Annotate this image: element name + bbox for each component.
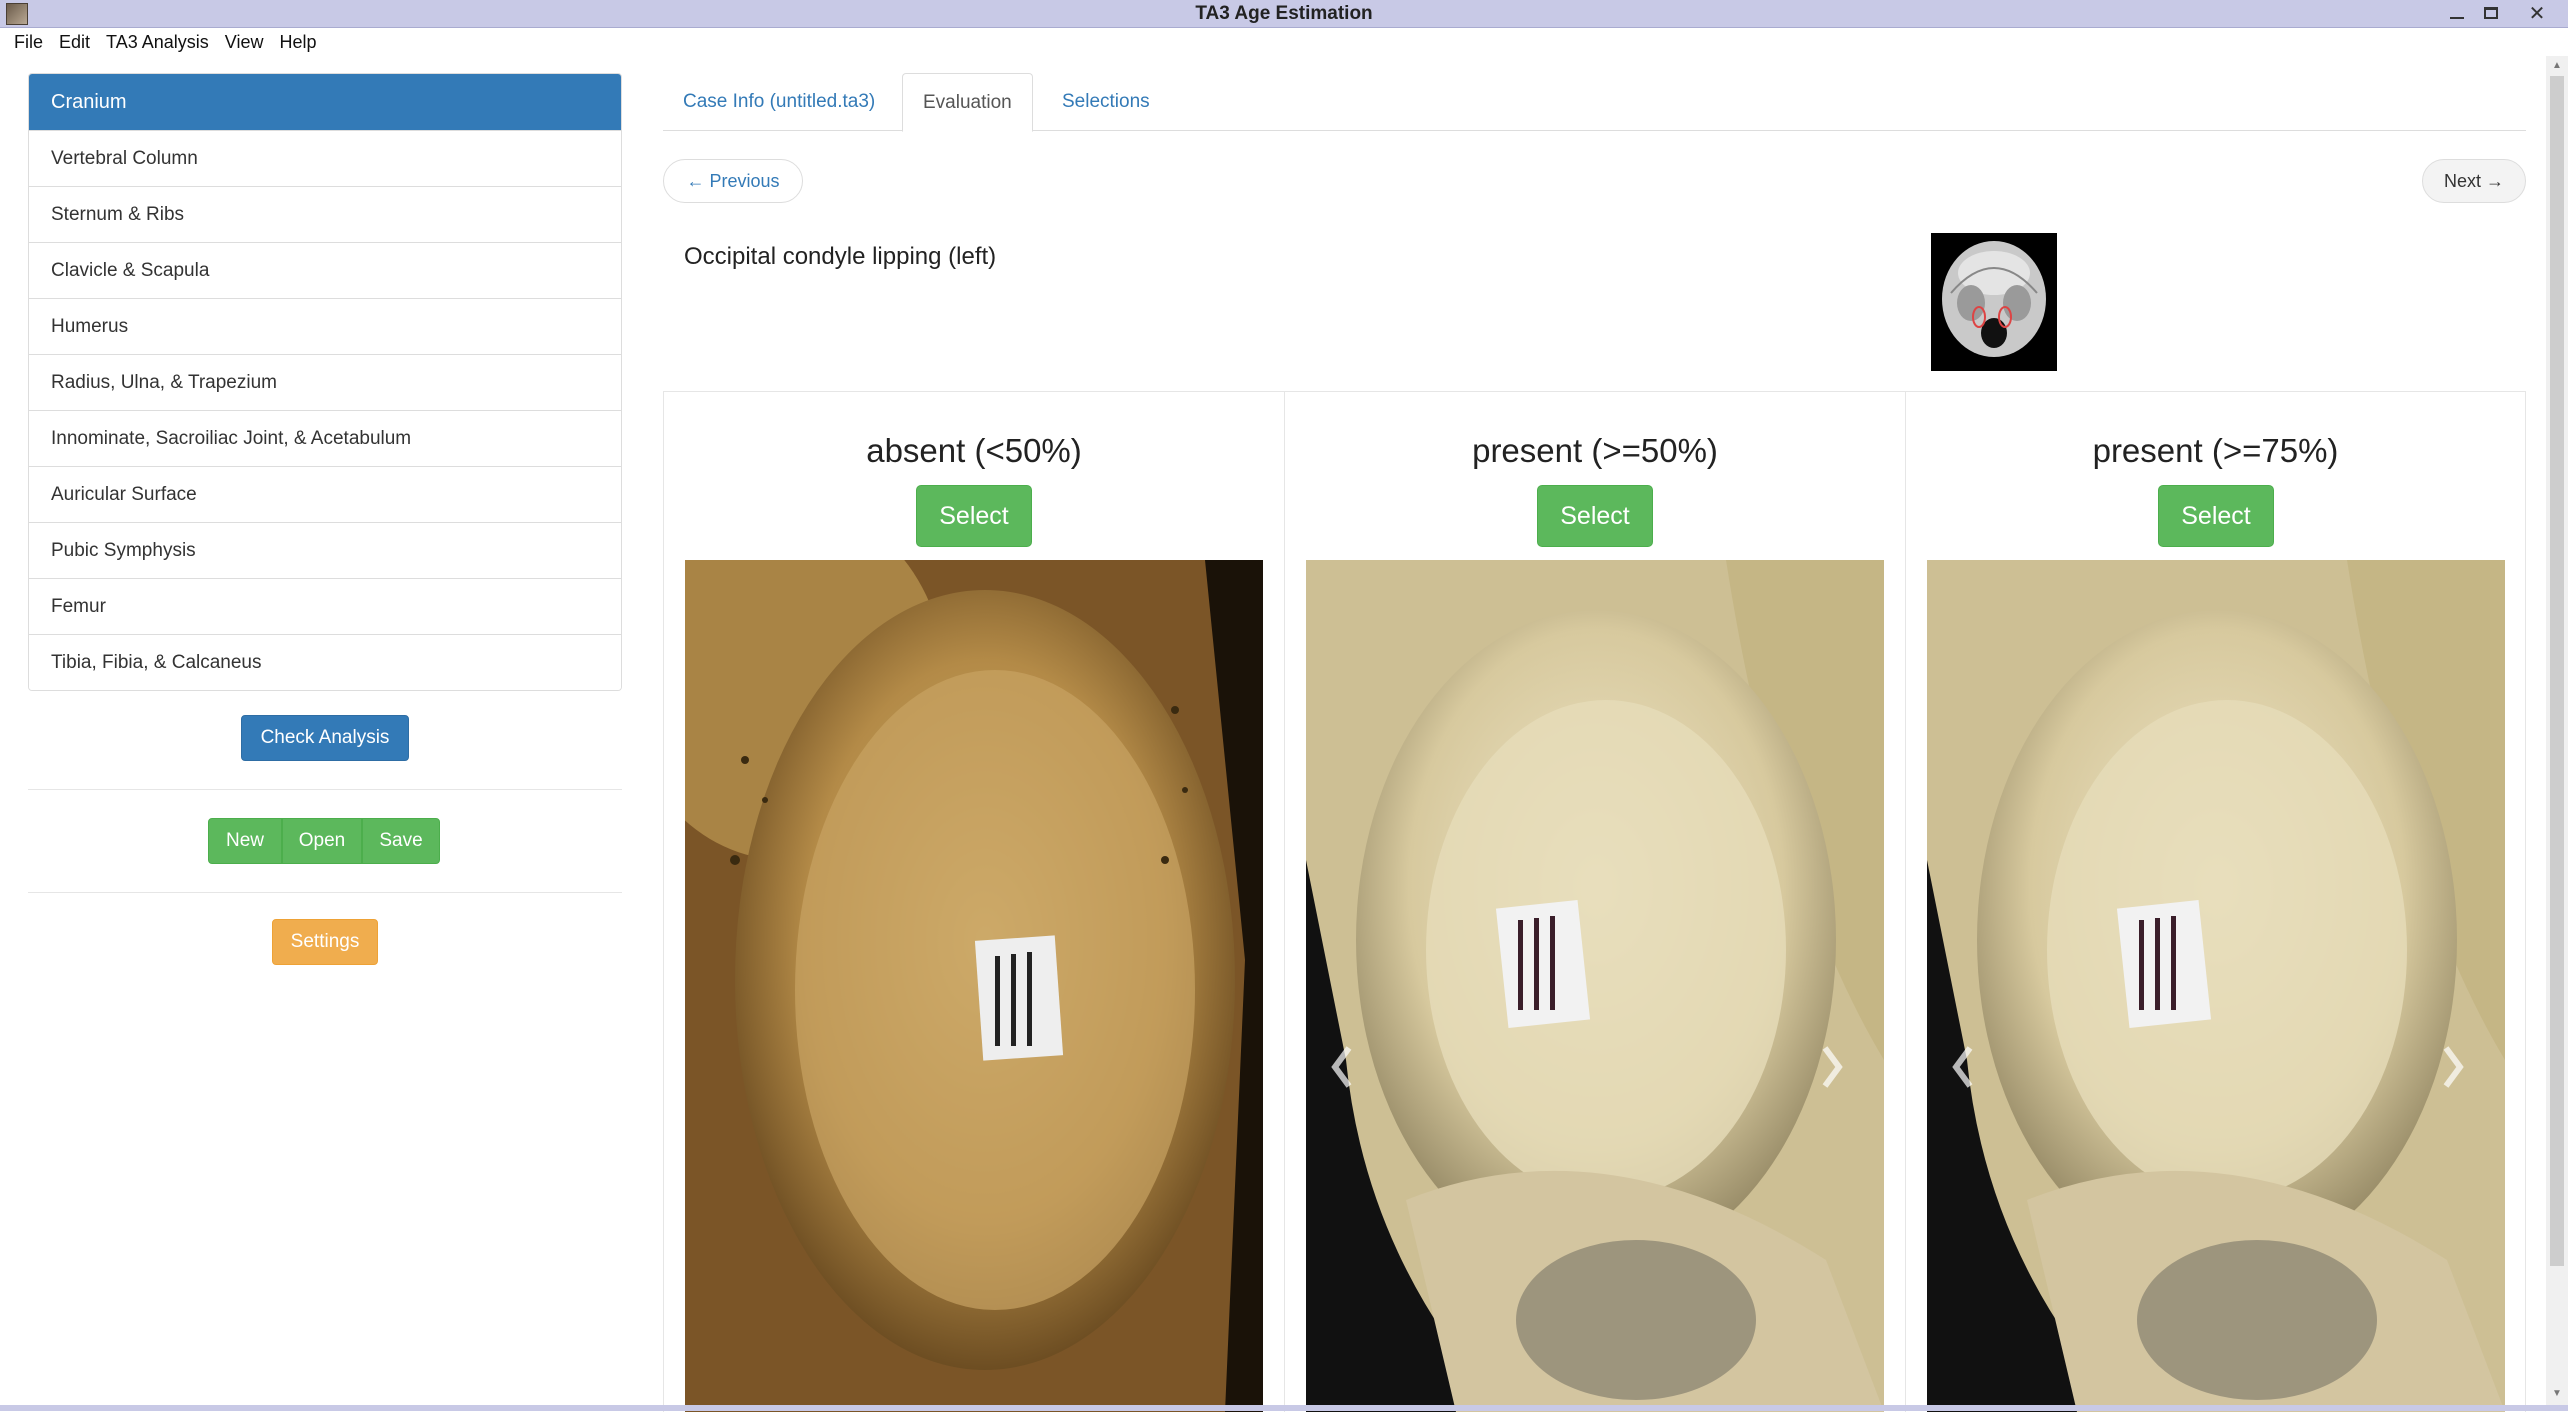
carousel-next-icon[interactable] [1817,1042,1847,1092]
open-button[interactable]: Open [282,818,362,864]
bone-photo [1927,560,2505,1412]
select-button[interactable]: Select [916,485,1032,547]
sidebar-item-radius-ulna-trapezium[interactable]: Radius, Ulna, & Trapezium [29,354,621,410]
tab-case-info[interactable]: Case Info (untitled.ta3) [663,73,895,131]
sidebar: Cranium Vertebral Column Sternum & Ribs … [28,73,622,965]
bone-photo [685,560,1263,1412]
select-button[interactable]: Select [1537,485,1653,547]
sidebar-item-pubic-symphysis[interactable]: Pubic Symphysis [29,522,621,578]
sidebar-item-vertebral-column[interactable]: Vertebral Column [29,130,621,186]
main-content: Case Info (untitled.ta3) Evaluation Sele… [663,73,2526,1412]
maximize-button[interactable] [2474,0,2508,26]
close-button[interactable]: ✕ [2512,0,2562,26]
menu-ta3-analysis[interactable]: TA3 Analysis [106,32,209,53]
tab-evaluation[interactable]: Evaluation [902,73,1033,132]
check-analysis-button[interactable]: Check Analysis [241,715,409,761]
scroll-up-icon[interactable]: ▲ [2551,60,2563,72]
previous-button[interactable]: ← Previous [663,159,803,203]
settings-button[interactable]: Settings [272,919,378,965]
menu-view[interactable]: View [225,32,264,53]
option-heading: absent (<50%) [866,432,1082,469]
option-panels: absent (<50%) Select present (>=50%) Sel… [663,391,2526,1412]
sidebar-item-innominate[interactable]: Innominate, Sacroiliac Joint, & Acetabul… [29,410,621,466]
sidebar-item-auricular-surface[interactable]: Auricular Surface [29,466,621,522]
option-heading: present (>=50%) [1472,432,1718,469]
tab-selections[interactable]: Selections [1042,73,1170,131]
feature-title: Occipital condyle lipping (left) [684,243,997,270]
menu-help[interactable]: Help [279,32,316,53]
sidebar-item-humerus[interactable]: Humerus [29,298,621,354]
sidebar-item-femur[interactable]: Femur [29,578,621,634]
save-button[interactable]: Save [362,818,440,864]
sidebar-item-sternum-ribs[interactable]: Sternum & Ribs [29,186,621,242]
scroll-down-icon[interactable]: ▼ [2551,1388,2563,1400]
option-panel: present (>=75%) Select [1905,392,2526,1412]
sidebar-item-cranium[interactable]: Cranium [29,74,621,130]
title-bar: TA3 Age Estimation ✕ [0,0,2568,28]
next-button[interactable]: Next → [2422,159,2526,203]
carousel-next-icon[interactable] [2438,1042,2468,1092]
select-button[interactable]: Select [2158,485,2274,547]
option-panel: absent (<50%) Select [663,392,1284,1412]
divider [28,892,622,893]
bone-photo [1306,560,1884,1412]
tab-bar: Case Info (untitled.ta3) Evaluation Sele… [663,73,2526,132]
window-bottom-border [0,1405,2568,1411]
file-button-group: New Open Save [208,818,440,864]
new-button[interactable]: New [208,818,282,864]
close-icon: ✕ [2528,2,2546,25]
option-heading: present (>=75%) [2092,432,2339,469]
menu-file[interactable]: File [14,32,43,53]
carousel-prev-icon[interactable] [1948,1042,1978,1092]
minimize-icon [2450,17,2464,19]
option-panel: present (>=50%) Select [1284,392,1905,1412]
sidebar-item-tibia-fibia-calcaneus[interactable]: Tibia, Fibia, & Calcaneus [29,634,621,690]
sidebar-item-clavicle-scapula[interactable]: Clavicle & Scapula [29,242,621,298]
window-title: TA3 Age Estimation [1195,3,1373,24]
skull-base-diagram-icon [1931,233,2057,371]
maximize-icon [2484,7,2498,19]
bone-region-list: Cranium Vertebral Column Sternum & Ribs … [28,73,622,691]
divider [28,789,622,790]
scrollbar-thumb[interactable] [2550,76,2564,1266]
menu-edit[interactable]: Edit [59,32,90,53]
minimize-button[interactable] [2440,0,2474,26]
vertical-scrollbar[interactable]: ▲ ▼ [2546,56,2568,1405]
menu-bar: File Edit TA3 Analysis View Help [0,28,2568,56]
carousel-prev-icon[interactable] [1327,1042,1357,1092]
